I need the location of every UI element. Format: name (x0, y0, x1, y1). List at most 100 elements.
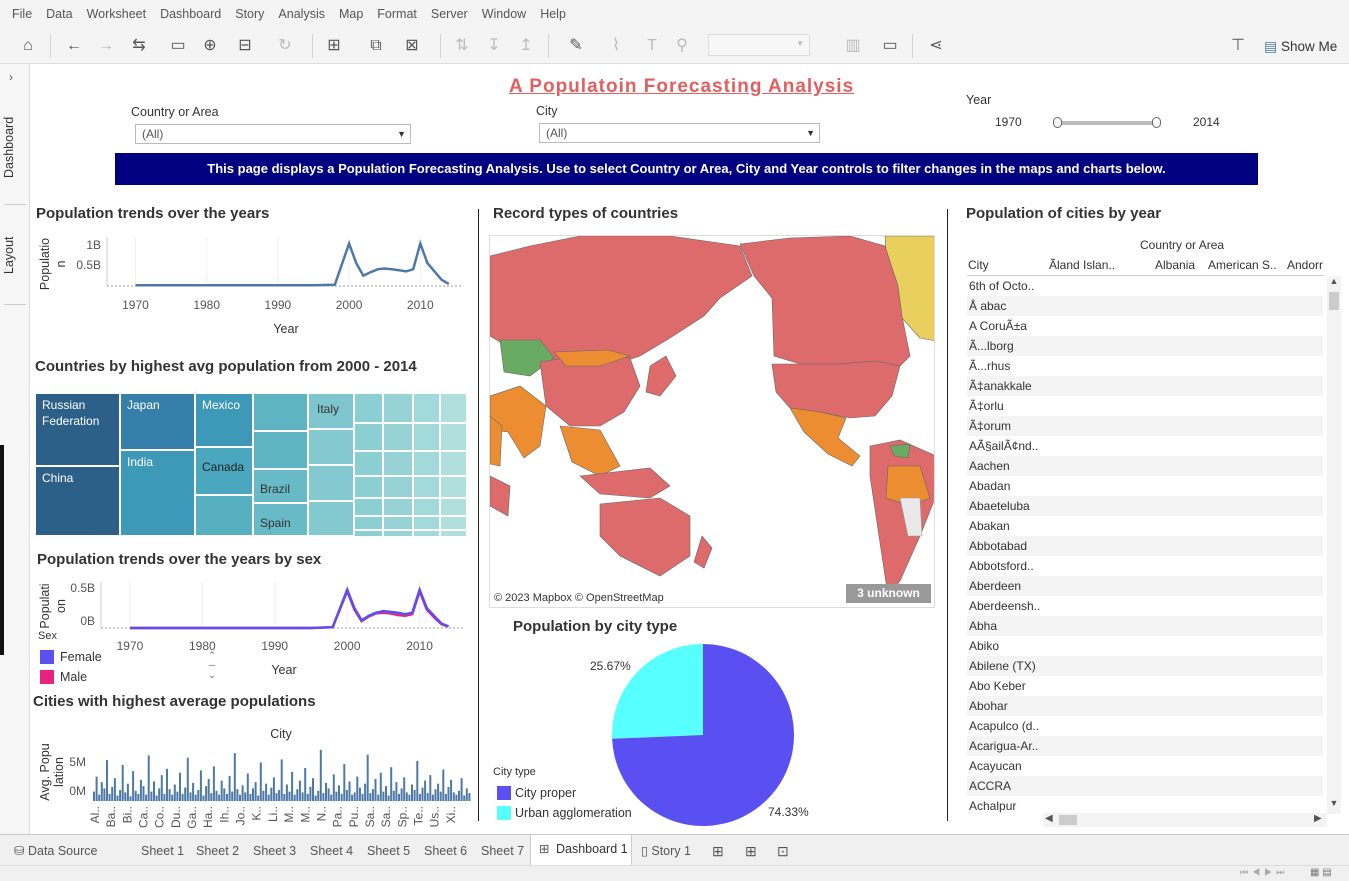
treemap-cell-japan[interactable]: Japan (120, 393, 195, 450)
city-bar[interactable] (100, 782, 103, 801)
treemap-cell[interactable] (383, 530, 413, 536)
city-bar[interactable] (233, 753, 236, 801)
treemap-cell[interactable] (440, 498, 467, 516)
tab-sheet-3[interactable]: Sheet 3 (253, 841, 296, 861)
city-bar[interactable] (288, 791, 291, 801)
fit-dropdown[interactable]: ▼ (708, 34, 810, 56)
city-bar[interactable] (442, 769, 445, 801)
city-bar[interactable] (220, 780, 223, 801)
city-bar[interactable] (179, 772, 181, 801)
pin-icon[interactable]: ⚲ (670, 36, 694, 56)
chart-width-icon[interactable]: ▥ (834, 36, 872, 56)
country-filter-dropdown[interactable]: (All) ▼ (135, 124, 411, 144)
city-bar[interactable] (111, 786, 114, 801)
city-bar[interactable] (463, 795, 466, 802)
city-bar[interactable] (93, 791, 95, 801)
city-bar[interactable] (434, 789, 437, 801)
city-bar[interactable] (340, 793, 343, 801)
urban-swatch[interactable] (497, 806, 511, 820)
treemap-cell[interactable] (383, 423, 413, 451)
group-icon[interactable]: ⌇ (600, 36, 632, 56)
table-row[interactable]: 6th of Octo.. (967, 276, 1323, 296)
city-filter-dropdown[interactable]: (All) ▼ (539, 123, 820, 143)
city-bar[interactable] (452, 792, 455, 801)
table-row[interactable]: Ã‡anakkale (967, 376, 1323, 396)
city-bar[interactable] (317, 790, 320, 801)
city-bar[interactable] (145, 794, 148, 801)
treemap-cell[interactable] (383, 498, 413, 516)
city-bar[interactable] (210, 793, 213, 801)
treemap-cell-mexico[interactable]: Mexico (195, 393, 253, 447)
menu-window[interactable]: Window (482, 7, 526, 21)
city-bar[interactable] (325, 782, 327, 801)
menu-data[interactable]: Data (46, 7, 72, 21)
trend-line[interactable] (135, 239, 450, 287)
urban-legend-label[interactable]: Urban agglomeration (515, 806, 632, 820)
table-row[interactable]: Abo Keber (967, 676, 1323, 696)
treemap-cell[interactable] (308, 465, 354, 501)
navigation-icons[interactable]: ⏮◀▶⏭ (1240, 867, 1288, 878)
treemap-cell-canada[interactable]: Canada (195, 447, 253, 495)
save-icon[interactable]: ▭ (166, 36, 190, 56)
city-bar[interactable] (322, 793, 325, 801)
expand-pane-icon[interactable]: › (9, 70, 13, 84)
year-slider-max-handle[interactable] (1152, 117, 1161, 128)
city-bar[interactable] (166, 768, 168, 801)
legend-scroll[interactable]: ⌃ ─ ⌄ (205, 650, 219, 682)
treemap-cell[interactable] (383, 516, 413, 530)
tab-dashboard-1[interactable]: ⊞ Dashboard 1 (530, 835, 632, 865)
city-bar[interactable] (426, 793, 429, 801)
city-bar[interactable] (189, 792, 192, 801)
map-region-south-america[interactable] (869, 439, 935, 597)
city-bar[interactable] (257, 795, 260, 802)
redo-icon[interactable]: → (94, 36, 118, 56)
city-bar[interactable] (113, 778, 116, 801)
city-bar[interactable] (468, 793, 471, 801)
menu-dashboard[interactable]: Dashboard (160, 7, 221, 21)
female-swatch[interactable] (40, 650, 54, 664)
format-paint-icon[interactable]: ⊤ (1226, 36, 1250, 56)
city-proper-swatch[interactable] (497, 786, 511, 800)
treemap-cell[interactable] (440, 530, 467, 536)
city-bar[interactable] (296, 789, 299, 801)
city-bar[interactable] (298, 780, 301, 801)
table-row[interactable]: Abbotabad (967, 536, 1323, 556)
city-bar[interactable] (126, 783, 129, 801)
treemap-cell[interactable] (440, 423, 467, 451)
city-bar[interactable] (150, 791, 153, 801)
city-bar[interactable] (194, 794, 197, 801)
city-bar[interactable] (160, 775, 163, 801)
city-bar[interactable] (121, 764, 124, 801)
sort-descending-icon[interactable]: ↥ (514, 36, 538, 56)
city-bar[interactable] (416, 760, 419, 801)
top-cities-chart[interactable]: City Avg. Popu lation 5M 0M Al.. Ba.. Bi..… (31, 724, 476, 834)
city-bar[interactable] (465, 788, 468, 801)
tab-sheet-6[interactable]: Sheet 6 (424, 841, 467, 861)
menu-format[interactable]: Format (377, 7, 417, 21)
menu-analysis[interactable]: Analysis (278, 7, 325, 21)
table-row[interactable]: AÃ§ailÃ¢nd.. (967, 436, 1323, 456)
city-bar[interactable] (205, 786, 208, 801)
city-bar[interactable] (408, 794, 411, 801)
table-row[interactable]: Abiko (967, 636, 1323, 656)
city-bar[interactable] (403, 777, 406, 801)
sex-trend-chart[interactable]: Populati on 0.5B 0B 1970 1980 1990 2000 2010… (31, 576, 471, 684)
menu-worksheet[interactable]: Worksheet (87, 7, 147, 21)
treemap-cell[interactable] (354, 530, 383, 536)
city-bar[interactable] (358, 787, 361, 801)
city-bar[interactable] (421, 787, 424, 801)
city-bar[interactable] (348, 781, 351, 801)
treemap-cell[interactable] (354, 476, 383, 498)
presentation-icon[interactable]: ▭ (878, 36, 902, 56)
new-data-source-icon[interactable]: ⊕ (198, 36, 222, 56)
treemap-cell-spain[interactable]: Spain (253, 503, 308, 536)
city-bar[interactable] (361, 793, 364, 801)
scroll-up-icon[interactable]: ▲ (1327, 276, 1341, 286)
table-row[interactable]: Ã...lborg (967, 336, 1323, 356)
show-me-button[interactable]: ▤ Show Me (1264, 36, 1337, 56)
city-bar[interactable] (236, 789, 239, 801)
city-bar[interactable] (252, 788, 254, 801)
year-slider-min-handle[interactable] (1053, 117, 1062, 128)
layout-tab[interactable]: Layout (2, 232, 28, 278)
treemap-cell[interactable] (413, 393, 440, 423)
